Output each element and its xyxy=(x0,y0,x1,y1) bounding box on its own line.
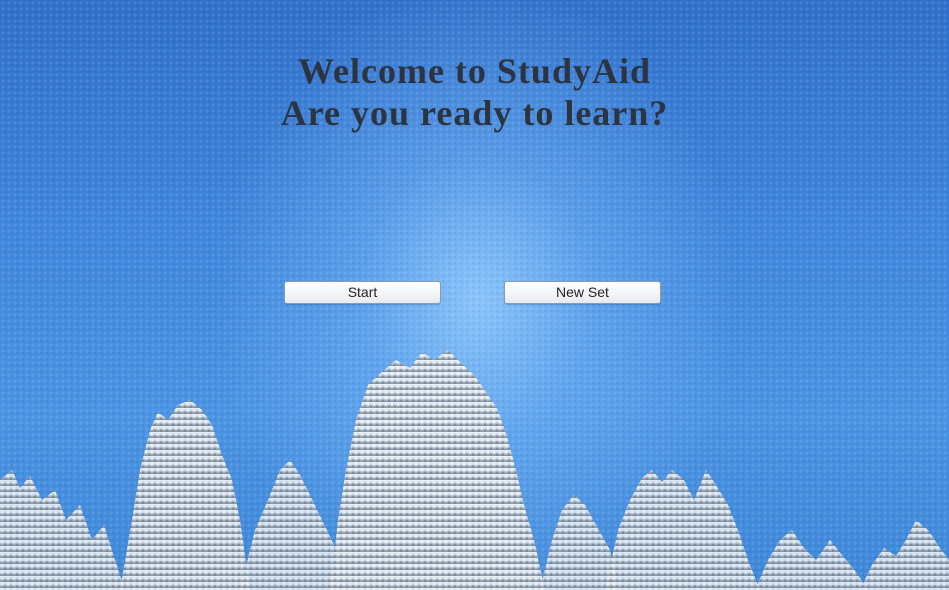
tree-right-2 xyxy=(605,470,760,590)
tree-right-1 xyxy=(540,495,620,590)
tree-left-1 xyxy=(0,470,125,590)
welcome-title: Welcome to StudyAid xyxy=(297,51,651,91)
main-window: Welcome to StudyAid Are you ready to lea… xyxy=(0,0,949,590)
tree-left-3 xyxy=(240,460,345,590)
new-set-button[interactable]: New Set xyxy=(504,281,661,304)
tree-right-4 xyxy=(860,520,949,590)
welcome-subtitle: Are you ready to learn? xyxy=(280,93,669,133)
tree-right-3 xyxy=(755,530,868,590)
tree-center xyxy=(330,350,545,590)
start-button[interactable]: Start xyxy=(284,281,441,304)
tree-left-2 xyxy=(120,400,250,590)
